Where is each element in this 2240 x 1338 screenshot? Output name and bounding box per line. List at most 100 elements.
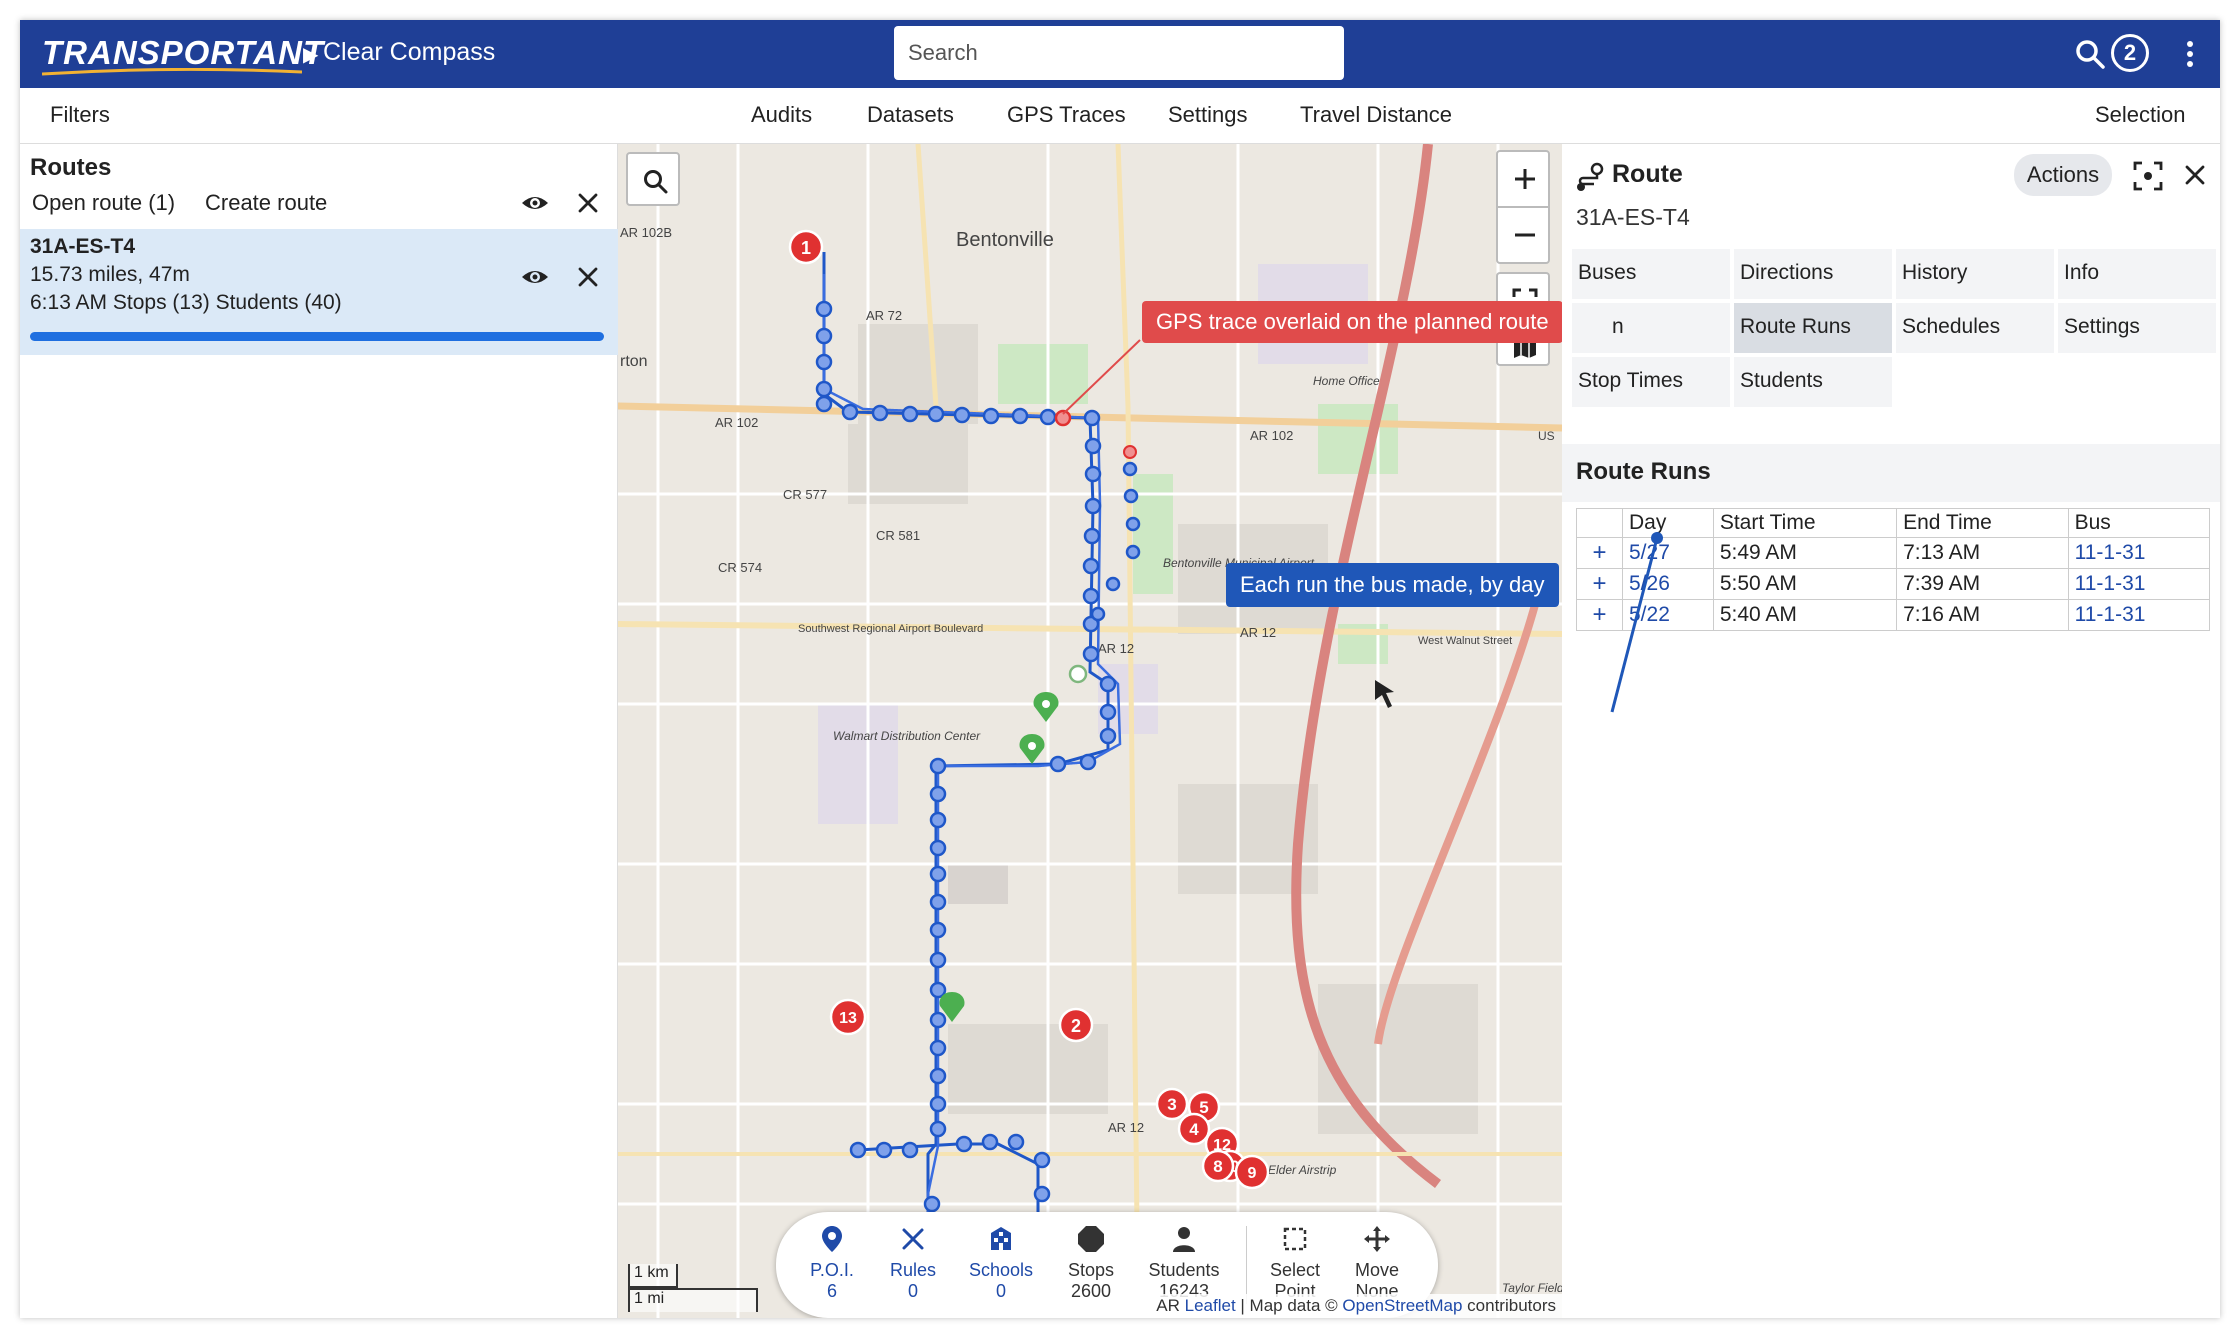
schools-tool[interactable]: Schools 0 <box>956 1224 1046 1302</box>
run-bus-link[interactable]: 11-1-31 <box>2067 568 2211 600</box>
route-progress-bar <box>30 332 604 341</box>
close-icon[interactable] <box>573 188 603 218</box>
route-name: 31A-ES-T4 <box>30 235 136 258</box>
tab-directions[interactable]: Directions <box>1734 249 1892 299</box>
map-label-walmart: Walmart Distribution Center <box>833 729 981 743</box>
stop-marker-label: 5 <box>1199 1098 1208 1117</box>
select-point-tool[interactable]: Select Point <box>1260 1224 1330 1302</box>
stop-marker-label: 8 <box>1213 1157 1222 1176</box>
brand-logo[interactable]: TRANSPORTANT <box>42 34 324 72</box>
table-row: + 5/22 5:40 AM 7:16 AM 11-1-31 <box>1576 599 2211 631</box>
stops-count: 2600 <box>1070 1281 1112 1301</box>
tab-partial[interactable]: n <box>1572 303 1730 353</box>
menu-settings[interactable]: Settings <box>1168 102 1248 128</box>
run-day-link[interactable]: 5/26 <box>1622 568 1714 600</box>
zoom-in-button[interactable] <box>1496 150 1550 208</box>
toolbar-divider <box>1246 1226 1247 1304</box>
poi-label: P.O.I. <box>810 1260 854 1280</box>
students-tool[interactable]: Students 16243 <box>1136 1224 1232 1302</box>
actions-button[interactable]: Actions <box>2014 154 2112 196</box>
menu-travel-distance[interactable]: Travel Distance <box>1300 102 1452 128</box>
map-search-button[interactable] <box>626 152 680 206</box>
open-route-button[interactable]: Open route (1) <box>32 190 175 216</box>
filters-menu[interactable]: Filters <box>50 102 110 128</box>
rules-label: Rules <box>889 1260 937 1280</box>
expand-row-button[interactable]: + <box>1576 568 1623 600</box>
route-runs-tooltip: Each run the bus made, by day <box>1226 563 1559 607</box>
map-label-ar102b: AR 102B <box>620 225 672 240</box>
poi-tool[interactable]: P.O.I. 6 <box>798 1224 866 1302</box>
route-distance: 15.73 miles, 47m <box>30 263 190 286</box>
rules-tool[interactable]: Rules 0 <box>882 1224 944 1302</box>
rules-count: 0 <box>907 1281 918 1301</box>
map-label-ar72: AR 72 <box>866 308 902 323</box>
map-label-ar102-west: AR 102 <box>715 415 758 430</box>
map-label-ar12-south: AR 12 <box>1108 1120 1144 1135</box>
tab-route-runs[interactable]: Route Runs <box>1734 303 1892 353</box>
table-row: + 5/27 5:49 AM 7:13 AM 11-1-31 <box>1576 537 2211 569</box>
create-route-button[interactable]: Create route <box>205 190 327 216</box>
expand-column-header <box>1576 508 1623 538</box>
map-label-cr574: CR 574 <box>718 560 762 575</box>
map-label-cr581: CR 581 <box>876 528 920 543</box>
expand-row-button[interactable]: + <box>1576 599 1623 631</box>
map-label-cr577: CR 577 <box>783 487 827 502</box>
route-icon <box>1577 162 1604 191</box>
leaflet-link[interactable]: Leaflet <box>1185 1296 1236 1315</box>
route-runs-table: Day Start Time End Time Bus + 5/27 5:49 … <box>1576 508 2211 631</box>
move-tool[interactable]: Move None <box>1344 1224 1410 1302</box>
map-view[interactable]: Bentonville AR 72 AR 102B AR 102 AR 102 … <box>618 144 1562 1318</box>
run-day-link[interactable]: 5/27 <box>1622 537 1714 569</box>
route-card[interactable]: 31A-ES-T4 15.73 miles, 47m 6:13 AM Stops… <box>20 229 618 355</box>
map-label-ar102-east: AR 102 <box>1250 428 1293 443</box>
menu-audits[interactable]: Audits <box>751 102 812 128</box>
tab-history[interactable]: History <box>1896 249 2054 299</box>
expand-row-button[interactable]: + <box>1576 537 1623 569</box>
tab-buses[interactable]: Buses <box>1572 249 1730 299</box>
scale-km: 1 km <box>628 1264 678 1288</box>
close-panel-icon[interactable] <box>2180 160 2210 190</box>
selection-menu[interactable]: Selection <box>2095 102 2186 128</box>
run-bus-link[interactable]: 11-1-31 <box>2067 537 2211 569</box>
tab-students[interactable]: Students <box>1734 357 1892 407</box>
more-vert-icon[interactable] <box>2172 36 2208 72</box>
start-column-header: Start Time <box>1712 508 1898 538</box>
gps-trace-tooltip: GPS trace overlaid on the planned route <box>1142 301 1562 343</box>
route-close-icon[interactable] <box>573 262 603 292</box>
move-label: Move <box>1354 1260 1399 1280</box>
poi-count: 6 <box>826 1281 837 1301</box>
menu-datasets[interactable]: Datasets <box>867 102 954 128</box>
route-panel: Route 31A-ES-T4 Actions Buses Directions… <box>1562 144 2220 1318</box>
breadcrumb-org[interactable]: Clear Compass <box>323 38 495 67</box>
run-day-link[interactable]: 5/22 <box>1622 599 1714 631</box>
map-label-west-walnut: West Walnut Street <box>1418 635 1512 647</box>
search-input[interactable] <box>894 26 1344 80</box>
tab-schedules[interactable]: Schedules <box>1896 303 2054 353</box>
stop-marker-label: 13 <box>839 1010 857 1027</box>
stops-tool[interactable]: Stops 2600 <box>1060 1224 1122 1302</box>
eye-icon[interactable] <box>520 188 550 218</box>
run-end-time: 7:39 AM <box>1896 568 2069 600</box>
route-eye-icon[interactable] <box>520 262 550 292</box>
map-label-ar12-east: AR 12 <box>1240 625 1276 640</box>
day-column-header: Day <box>1622 508 1714 538</box>
search-icon[interactable] <box>2072 36 2108 72</box>
focus-icon[interactable] <box>2132 160 2164 192</box>
stop-marker-label: 2 <box>1071 1016 1081 1036</box>
menu-bar: Filters Audits Datasets GPS Traces Setti… <box>20 88 2220 144</box>
menu-gps-traces[interactable]: GPS Traces <box>1007 102 1126 128</box>
app-window: TRANSPORTANT ▶ Clear Compass 2 Filters A… <box>20 20 2220 1318</box>
select-label: Select <box>1269 1260 1321 1280</box>
map-search-icon <box>644 170 668 194</box>
osm-link[interactable]: OpenStreetMap <box>1342 1296 1462 1315</box>
routes-title: Routes <box>30 154 112 181</box>
tab-info[interactable]: Info <box>2058 249 2216 299</box>
zoom-out-button[interactable] <box>1496 206 1550 264</box>
tab-settings[interactable]: Settings <box>2058 303 2216 353</box>
map-label-airport-blvd: Southwest Regional Airport Boulevard <box>798 623 983 635</box>
map-scale: 1 km 1 mi <box>628 1264 758 1312</box>
map-label-bentonville: Bentonville <box>956 229 1054 251</box>
run-bus-link[interactable]: 11-1-31 <box>2067 599 2211 631</box>
tab-stop-times[interactable]: Stop Times <box>1572 357 1730 407</box>
notification-badge[interactable]: 2 <box>2111 34 2149 72</box>
